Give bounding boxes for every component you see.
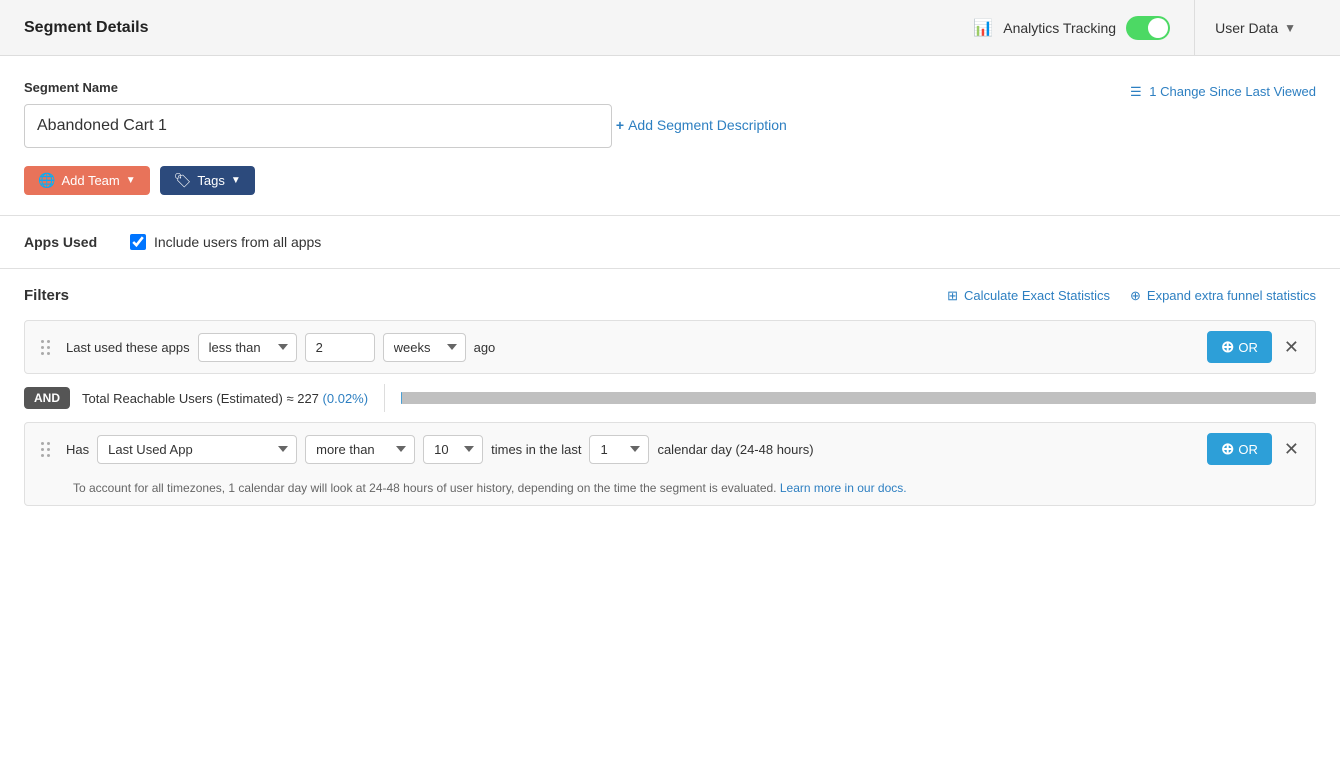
calculate-stats-link[interactable]: ⊞ Calculate Exact Statistics	[947, 288, 1110, 304]
filter-row-1: Last used these apps less than more than…	[24, 320, 1316, 374]
filter-1-prefix: Last used these apps	[66, 340, 190, 355]
filter-row-1-inner: Last used these apps less than more than…	[25, 321, 1315, 373]
expand-funnel-link[interactable]: ⊕ Expand extra funnel statistics	[1130, 288, 1316, 304]
tags-arrow-icon: ▼	[231, 175, 241, 186]
stats-bar	[401, 392, 1316, 404]
globe-icon: 🌐	[38, 172, 55, 189]
filter-2-or-plus-icon: ⊕	[1221, 439, 1234, 459]
filter-2-or-button[interactable]: ⊕ OR	[1207, 433, 1272, 465]
tag-icon: 🏷	[174, 172, 192, 189]
change-since-viewed[interactable]: ☰ 1 Change Since Last Viewed	[1130, 80, 1316, 100]
filter-1-suffix: ago	[474, 340, 496, 355]
segment-name-label: Segment Name	[24, 80, 787, 95]
header-right: 📊 Analytics Tracking ON User Data ▼	[949, 0, 1316, 56]
app-header: Segment Details 📊 Analytics Tracking ON …	[0, 0, 1340, 56]
filter-1-period-select[interactable]: hours days weeks months	[383, 333, 466, 362]
apps-used-section: Apps Used Include users from all apps	[0, 216, 1340, 269]
filter-2-attribute-select[interactable]: Last Used App First Used App App Version	[97, 435, 297, 464]
user-data-arrow-icon: ▼	[1284, 21, 1296, 35]
filter-1-remove-button[interactable]: ✕	[1280, 337, 1303, 358]
segment-name-section: Segment Name Add Segment Description 🌐 A…	[0, 56, 1340, 195]
filter-1-condition-select[interactable]: less than more than exactly	[198, 333, 297, 362]
change-link-icon: ☰	[1130, 84, 1142, 99]
filter-2-note: To account for all timezones, 1 calendar…	[25, 475, 1315, 505]
add-team-label: Add Team	[61, 173, 119, 188]
filter-1-value-input[interactable]	[305, 333, 375, 362]
add-team-button[interactable]: 🌐 Add Team ▼	[24, 166, 150, 195]
filter-2-suffix: calendar day (24-48 hours)	[657, 442, 813, 457]
apps-used-label: Apps Used	[24, 234, 114, 250]
filter-2-drag-handle[interactable]	[33, 438, 58, 461]
filters-header: Filters ⊞ Calculate Exact Statistics ⊕ E…	[24, 287, 1316, 304]
and-stats-row: AND Total Reachable Users (Estimated) ≈ …	[24, 374, 1316, 422]
filter-2-middle-text: times in the last	[491, 442, 581, 457]
analytics-toggle[interactable]: ON	[1126, 16, 1170, 40]
filter-2-note-link[interactable]: Learn more in our docs.	[780, 481, 907, 495]
calc-link-text: Calculate Exact Statistics	[964, 288, 1110, 303]
buttons-row: 🌐 Add Team ▼ 🏷 Tags ▼	[24, 166, 787, 195]
include-all-apps-checkbox[interactable]	[130, 234, 146, 250]
stats-percent: (0.02%)	[323, 391, 369, 406]
filter-row-2-inner: Has Last Used App First Used App App Ver…	[25, 423, 1315, 475]
stats-main-text: Total Reachable Users (Estimated) ≈ 227	[82, 391, 319, 406]
add-description-link[interactable]: Add Segment Description	[616, 117, 787, 133]
analytics-label: Analytics Tracking	[1003, 20, 1116, 36]
and-badge: AND	[24, 387, 70, 409]
analytics-icon: 📊	[973, 18, 993, 38]
include-all-apps-text: Include users from all apps	[154, 234, 321, 250]
filter-2-remove-button[interactable]: ✕	[1280, 439, 1303, 460]
filter-2-condition-select[interactable]: more than less than exactly	[305, 435, 415, 464]
change-link[interactable]: ☰ 1 Change Since Last Viewed	[1130, 84, 1316, 100]
expand-link-text: Expand extra funnel statistics	[1147, 288, 1316, 303]
segment-name-left: Segment Name Add Segment Description 🌐 A…	[24, 80, 787, 195]
filters-section: Filters ⊞ Calculate Exact Statistics ⊕ E…	[0, 269, 1340, 506]
toggle-knob	[1148, 18, 1168, 38]
segment-name-input[interactable]	[24, 104, 612, 148]
user-data-label: User Data	[1215, 20, 1278, 36]
or-plus-icon: ⊕	[1221, 337, 1234, 357]
add-team-arrow-icon: ▼	[126, 175, 136, 186]
include-all-apps-label[interactable]: Include users from all apps	[130, 234, 321, 250]
filters-title: Filters	[24, 287, 69, 304]
analytics-tracking-section: 📊 Analytics Tracking ON	[949, 0, 1195, 56]
filter-1-drag-handle[interactable]	[33, 336, 58, 359]
page-title: Segment Details	[24, 19, 148, 37]
filter-2-or-label: OR	[1238, 442, 1258, 457]
stats-divider	[384, 384, 385, 412]
filter-2-prefix: Has	[66, 442, 89, 457]
tags-label: Tags	[197, 173, 224, 188]
filter-2-count-select[interactable]: 1235 102050	[423, 435, 483, 464]
stats-text: Total Reachable Users (Estimated) ≈ 227 …	[82, 391, 368, 406]
filter-1-or-label: OR	[1238, 340, 1258, 355]
filter-2-period-select[interactable]: 123 71430	[589, 435, 649, 464]
expand-icon: ⊕	[1130, 288, 1141, 304]
calc-icon: ⊞	[947, 288, 958, 304]
filters-actions: ⊞ Calculate Exact Statistics ⊕ Expand ex…	[947, 288, 1316, 304]
filter-1-or-button[interactable]: ⊕ OR	[1207, 331, 1272, 363]
user-data-dropdown[interactable]: User Data ▼	[1195, 0, 1316, 56]
tags-button[interactable]: 🏷 Tags ▼	[160, 166, 255, 195]
filter-2-note-text: To account for all timezones, 1 calendar…	[73, 481, 777, 495]
filter-row-2: Has Last Used App First Used App App Ver…	[24, 422, 1316, 506]
